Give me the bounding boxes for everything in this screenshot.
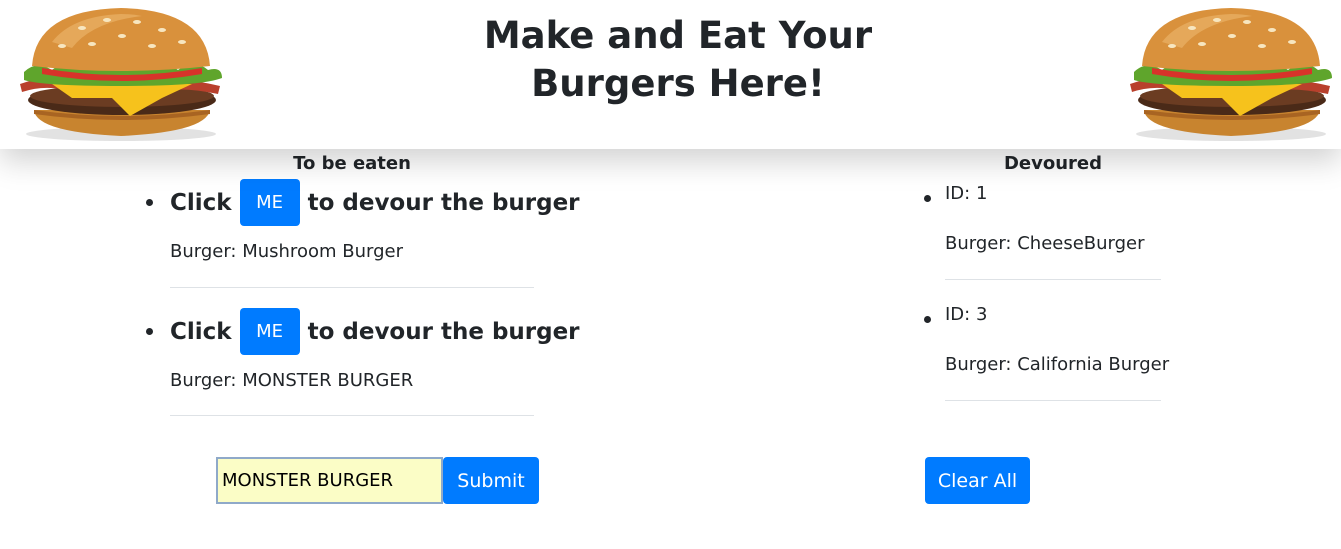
burger-name: Burger: California Burger	[945, 354, 1170, 375]
submit-button[interactable]: Submit	[443, 457, 539, 504]
bullet	[146, 199, 153, 206]
page-title-line-2: Burgers Here!	[531, 62, 825, 105]
click-text: Click	[170, 189, 232, 216]
click-text: Click	[170, 318, 232, 345]
burger-name-input[interactable]	[216, 457, 443, 504]
clear-all-button[interactable]: Clear All	[925, 457, 1030, 504]
burger-name: Burger: MONSTER BURGER	[170, 370, 414, 391]
divider	[945, 400, 1161, 401]
burger-id: ID: 1	[945, 183, 988, 204]
burger-image-icon	[1122, 2, 1340, 144]
page-title-line-1: Make and Eat Your	[483, 14, 873, 57]
bullet	[924, 195, 931, 202]
bullet	[924, 316, 931, 323]
devour-instruction: Click ME to devour the burger	[170, 308, 580, 355]
devour-instruction: Click ME to devour the burger	[170, 179, 580, 226]
burger-image-icon	[12, 2, 230, 144]
devoured-heading: Devoured	[1003, 153, 1103, 174]
divider	[945, 279, 1161, 280]
divider	[170, 287, 534, 288]
devour-button[interactable]: ME	[239, 179, 300, 226]
page-title: Make and Eat Your Burgers Here!	[470, 12, 886, 108]
divider	[170, 415, 534, 416]
burger-id: ID: 3	[945, 304, 988, 325]
burger-name: Burger: CheeseBurger	[945, 233, 1145, 254]
bullet	[146, 328, 153, 335]
page-header: Make and Eat Your Burgers Here!	[0, 0, 1341, 149]
devour-text: to devour the burger	[307, 318, 580, 345]
to-be-eaten-heading: To be eaten	[293, 153, 411, 174]
devour-button[interactable]: ME	[239, 308, 300, 355]
devour-text: to devour the burger	[307, 189, 580, 216]
burger-name: Burger: Mushroom Burger	[170, 241, 403, 262]
